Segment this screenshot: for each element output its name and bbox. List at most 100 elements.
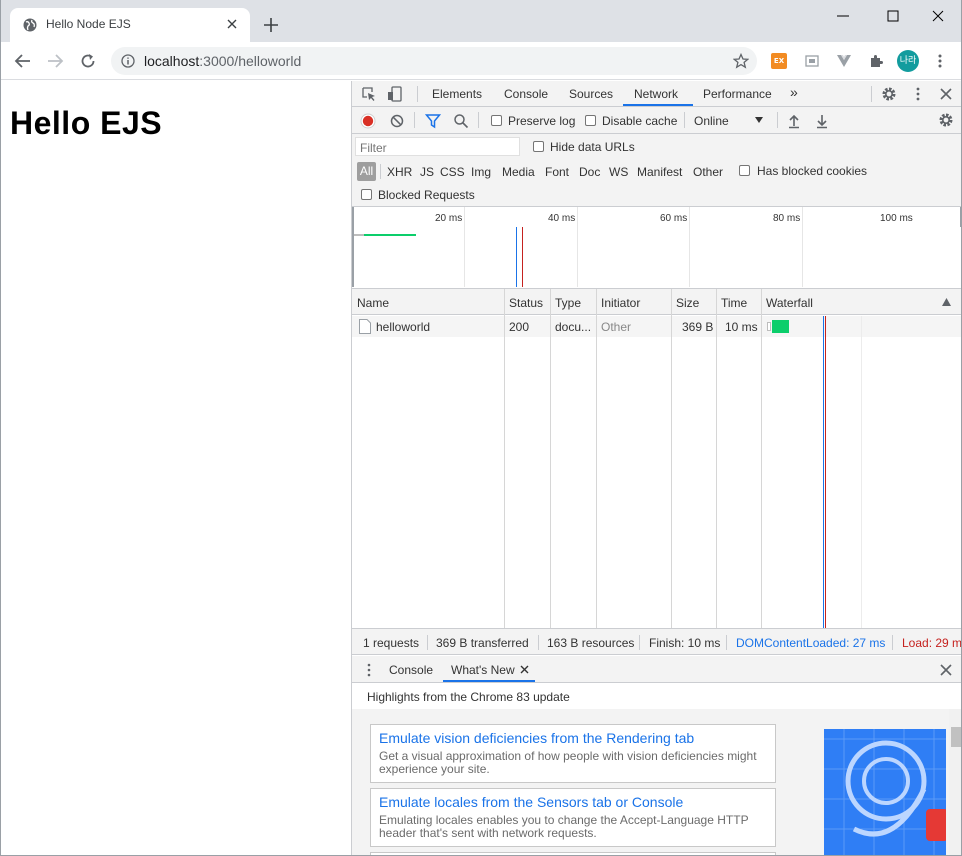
scrollbar-thumb[interactable]: [951, 727, 961, 747]
overview-gridline: [464, 207, 465, 287]
clear-icon[interactable]: [389, 113, 405, 129]
throttle-select[interactable]: Online: [690, 110, 770, 130]
more-vert-icon[interactable]: [932, 53, 948, 69]
blocked-requests-checkbox[interactable]: [361, 189, 372, 200]
type-filter-xhr[interactable]: XHR: [387, 165, 412, 179]
info-icon[interactable]: [121, 54, 135, 68]
overview-tick-label: 100 ms: [880, 213, 913, 224]
feature-card-title[interactable]: Emulate vision deficiencies from the Ren…: [379, 730, 694, 746]
address-bar[interactable]: localhost:3000/helloworld: [111, 47, 757, 75]
close-icon[interactable]: [226, 18, 238, 30]
request-initiator: Other: [601, 320, 632, 334]
search-icon[interactable]: [453, 113, 469, 129]
type-filter-manifest[interactable]: Manifest: [637, 165, 682, 179]
drawer-tab-whats-new[interactable]: What's New: [451, 663, 515, 677]
summary-separator: [538, 635, 539, 650]
more-vert-icon[interactable]: [910, 86, 926, 102]
column-waterfall[interactable]: Waterfall: [766, 296, 813, 310]
column-status[interactable]: Status: [509, 296, 543, 310]
minimize-icon[interactable]: [835, 8, 851, 24]
reload-icon[interactable]: [79, 52, 97, 70]
request-name: helloworld: [376, 320, 431, 334]
close-devtools-icon[interactable]: [938, 86, 954, 102]
devtools-panel: Elements Console Sources Network Perform…: [351, 81, 961, 855]
browser-toolbar: localhost:3000/helloworld EX 나라: [1, 42, 961, 80]
settings-gear-icon[interactable]: [881, 86, 897, 102]
column-initiator[interactable]: Initiator: [601, 296, 640, 310]
drawer-active-tab-indicator: [443, 680, 535, 682]
preserve-log-checkbox[interactable]: [491, 115, 502, 126]
import-har-icon[interactable]: [786, 113, 802, 129]
column-time[interactable]: Time: [721, 296, 747, 310]
type-filter-img[interactable]: Img: [471, 165, 491, 179]
tab-elements[interactable]: Elements: [432, 87, 482, 101]
has-blocked-cookies-checkbox[interactable]: [739, 165, 750, 176]
table-header: Name Status Type Initiator Size Time Wat…: [352, 289, 961, 315]
back-arrow-icon[interactable]: [14, 52, 32, 70]
type-filter-other[interactable]: Other: [693, 165, 723, 179]
column-size[interactable]: Size: [676, 296, 699, 310]
tab-network[interactable]: Network: [634, 87, 678, 101]
column-divider: [761, 289, 762, 628]
close-drawer-icon[interactable]: [938, 662, 954, 678]
close-tab-icon[interactable]: [520, 665, 529, 674]
request-size: 369 B: [682, 320, 714, 334]
network-settings-gear-icon[interactable]: [938, 112, 954, 128]
browser-tab[interactable]: Hello Node EJS: [10, 8, 250, 42]
feature-card[interactable]: Emulate vision deficiencies from the Ren…: [370, 724, 776, 783]
drawer-tab-console[interactable]: Console: [389, 663, 433, 677]
type-filter-font[interactable]: Font: [545, 165, 569, 179]
drawer-menu-icon[interactable]: [361, 662, 377, 678]
hide-data-urls-label: Hide data URLs: [550, 140, 635, 154]
window-close-icon[interactable]: [930, 8, 946, 24]
profile-avatar[interactable]: 나라: [897, 50, 919, 72]
title-bar: Hello Node EJS: [1, 0, 961, 42]
active-tab-indicator: [623, 104, 693, 106]
type-filter-css[interactable]: CSS: [440, 165, 465, 179]
forward-arrow-icon[interactable]: [46, 52, 64, 70]
extension-ex-icon[interactable]: EX: [771, 53, 787, 69]
drawer-scrollbar[interactable]: [949, 709, 961, 855]
filter-funnel-icon[interactable]: [425, 113, 441, 129]
disable-cache-checkbox[interactable]: [585, 115, 596, 126]
request-time: 10 ms: [725, 320, 758, 334]
tab-sources[interactable]: Sources: [569, 87, 613, 101]
feature-card[interactable]: [370, 852, 776, 855]
inspect-element-icon[interactable]: [361, 86, 377, 102]
vue-devtools-icon[interactable]: [836, 53, 852, 69]
record-icon[interactable]: [360, 113, 376, 129]
feature-card[interactable]: Emulate locales from the Sensors tab or …: [370, 788, 776, 847]
feature-card-title[interactable]: Emulate locales from the Sensors tab or …: [379, 794, 683, 810]
filter-input[interactable]: Filter: [355, 137, 520, 156]
tab-performance[interactable]: Performance: [703, 87, 772, 101]
bookmark-star-icon[interactable]: [733, 53, 749, 69]
toolbar-separator: [777, 112, 778, 128]
type-filter-media[interactable]: Media: [502, 165, 535, 179]
hide-data-urls-checkbox[interactable]: [533, 141, 544, 152]
overview-dcl-line: [516, 227, 517, 287]
export-har-icon[interactable]: [814, 113, 830, 129]
tab-console[interactable]: Console: [504, 87, 548, 101]
column-name[interactable]: Name: [357, 296, 389, 310]
more-tabs-button[interactable]: »: [790, 84, 798, 100]
tab-separator: [417, 86, 418, 102]
url-path: :3000/helloworld: [199, 53, 302, 69]
summary-separator: [639, 635, 640, 650]
type-filter-doc[interactable]: Doc: [579, 165, 600, 179]
sort-ascending-icon[interactable]: [942, 298, 951, 306]
maximize-icon[interactable]: [885, 8, 901, 24]
device-toolbar-icon[interactable]: [387, 86, 403, 102]
extension-card-icon[interactable]: [804, 53, 820, 69]
dropdown-arrow-icon: [755, 117, 763, 123]
overview-gridline: [802, 207, 803, 287]
table-row[interactable]: helloworld 200 docu... Other 369 B 10 ms: [352, 316, 961, 337]
type-filter-ws[interactable]: WS: [609, 165, 628, 179]
network-overview: 20 ms 40 ms 60 ms 80 ms 100 ms: [352, 207, 961, 289]
column-type[interactable]: Type: [555, 296, 581, 310]
new-tab-icon[interactable]: [263, 17, 279, 33]
type-filter-js[interactable]: JS: [420, 165, 434, 179]
extensions-puzzle-icon[interactable]: [868, 53, 884, 69]
type-filter-all[interactable]: All: [357, 162, 376, 181]
overview-left-handle[interactable]: [352, 207, 354, 287]
url-text[interactable]: localhost:3000/helloworld: [144, 53, 301, 69]
